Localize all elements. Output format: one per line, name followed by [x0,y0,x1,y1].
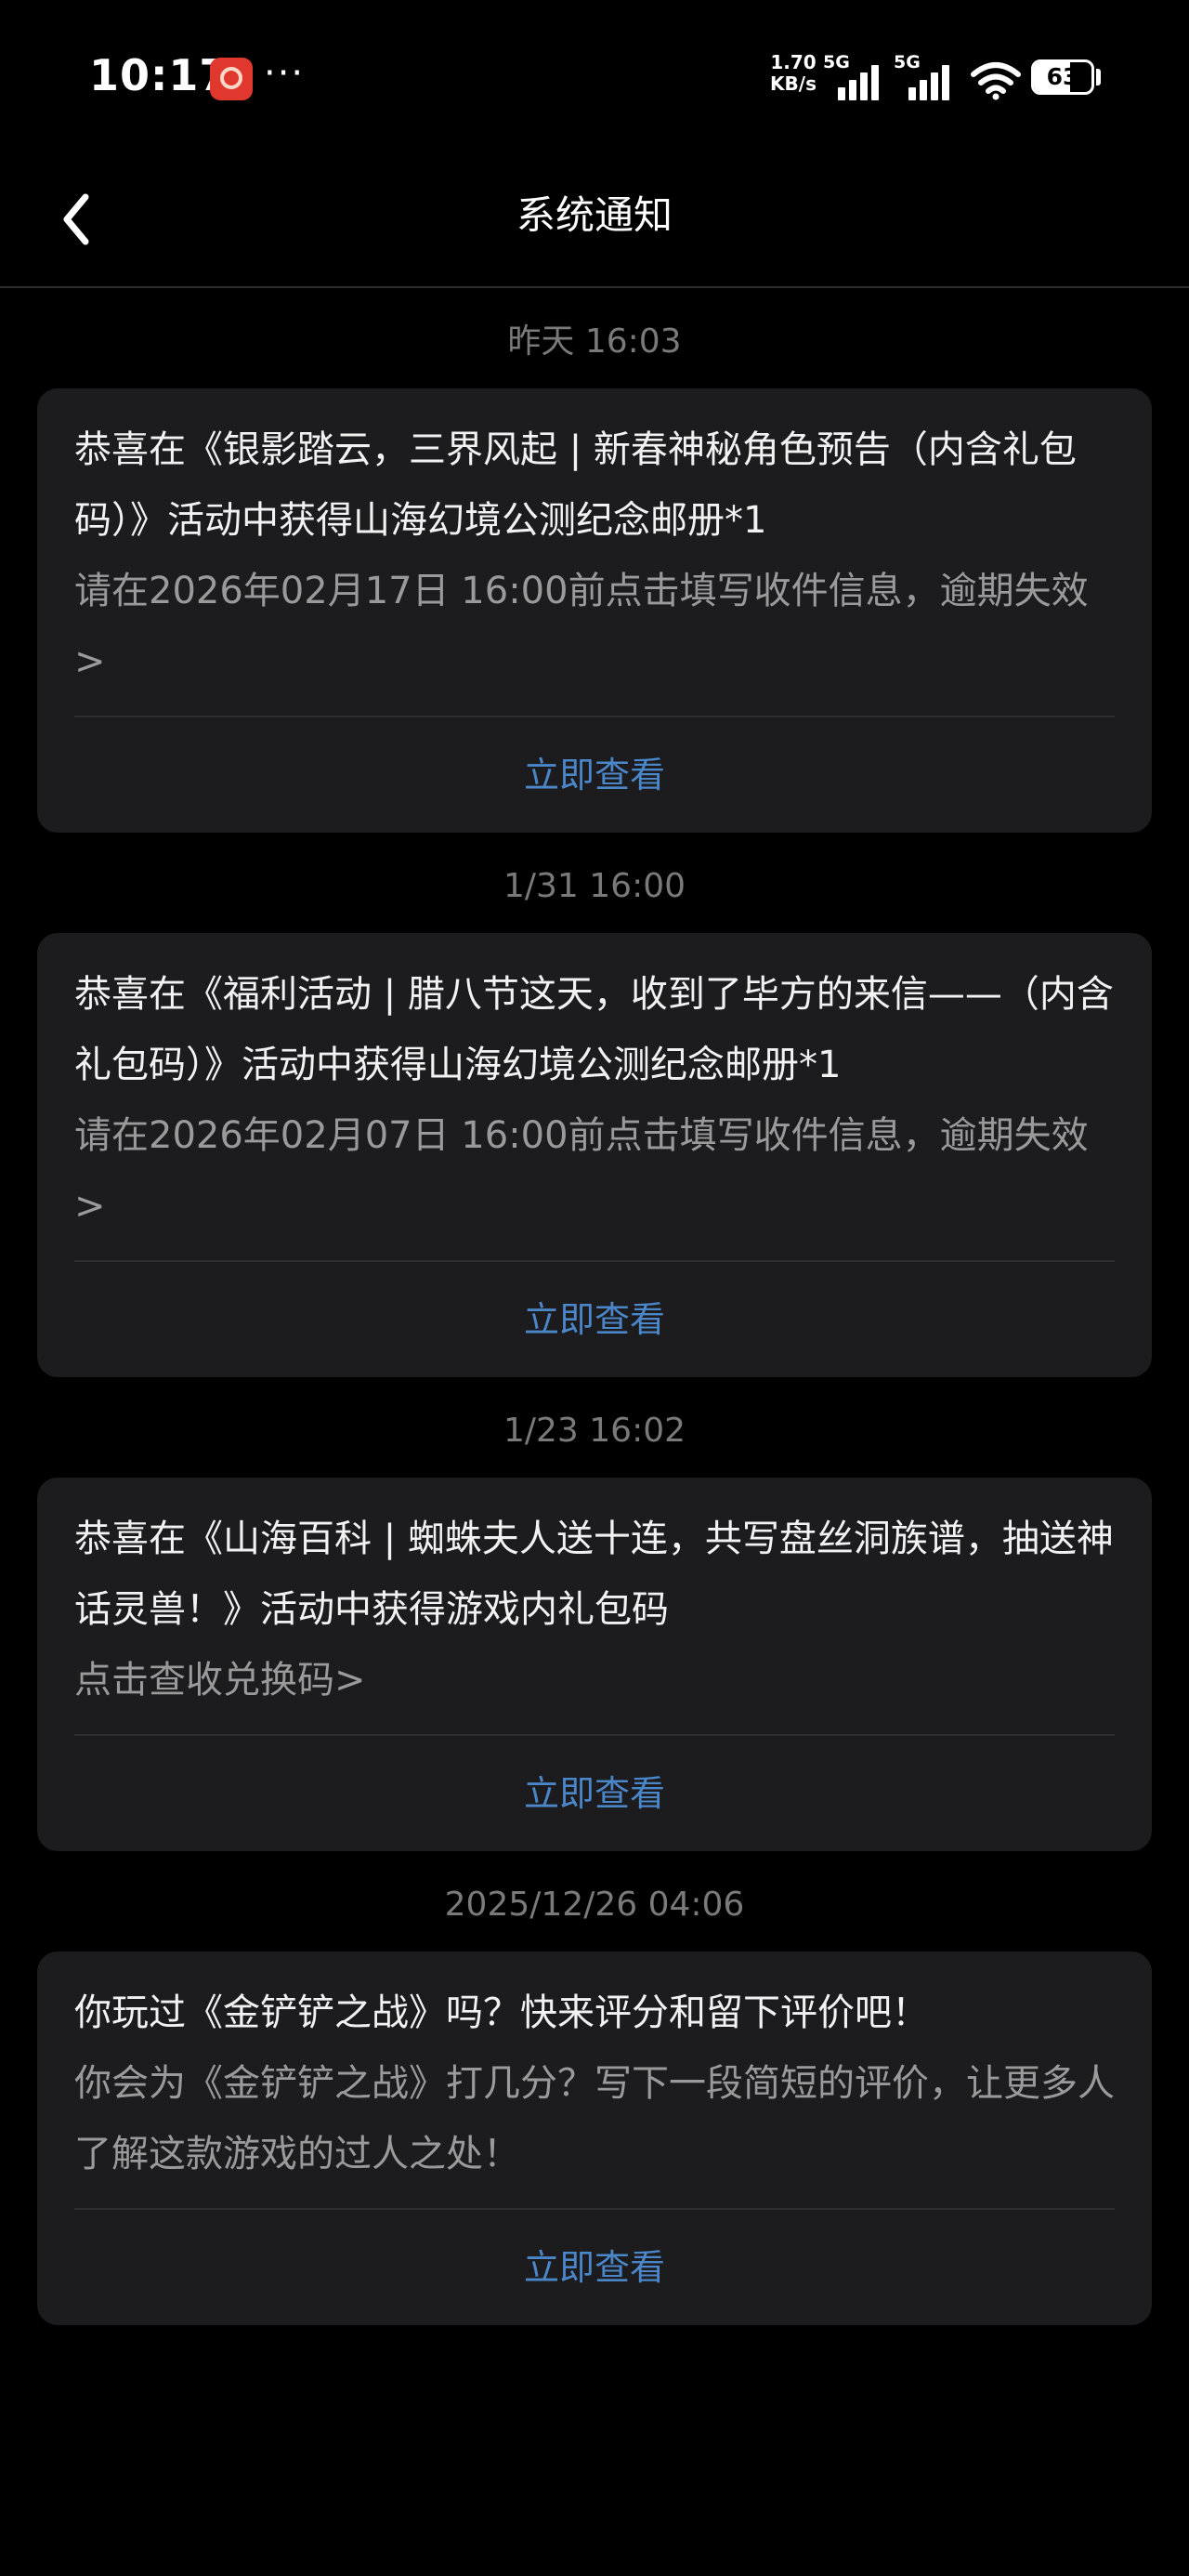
network-speed: 1.70 KB/s [770,51,817,95]
notification-time: 1/23 16:02 [503,1412,686,1450]
battery-percent: 63 [1046,63,1079,90]
notification-card[interactable]: 恭喜在《福利活动 | 腊八节这天，收到了毕方的来信——（内含礼包码）》活动中获得… [37,933,1152,1377]
battery-nub [1096,69,1101,85]
view-now-button[interactable]: 立即查看 [74,2210,1115,2325]
notification-card[interactable]: 恭喜在《山海百科 | 蜘蛛夫人送十连，共写盘丝洞族谱，抽送神话灵兽！》活动中获得… [37,1478,1152,1851]
notification-group: 1/31 16:00 恭喜在《福利活动 | 腊八节这天，收到了毕方的来信——（内… [0,833,1189,1377]
nav-header: 系统通知 [0,158,1189,288]
notification-card[interactable]: 恭喜在《银影踏云，三界风起 | 新春神秘角色预告（内含礼包码）》活动中获得山海幻… [37,388,1152,833]
notification-time: 1/31 16:00 [503,867,686,905]
view-now-button[interactable]: 立即查看 [74,1736,1115,1851]
notification-card[interactable]: 你玩过《金铲铲之战》吗？快来评分和留下评价吧！ 你会为《金铲铲之战》打几分？写下… [37,1952,1152,2325]
view-now-button[interactable]: 立即查看 [74,1262,1115,1377]
notification-title: 恭喜在《福利活动 | 腊八节这天，收到了毕方的来信——（内含礼包码）》活动中获得… [74,973,1114,1086]
more-notifications-icon: ··· [264,52,306,95]
notification-title: 你玩过《金铲铲之战》吗？快来评分和留下评价吧！ [74,1991,929,2034]
notification-description[interactable]: 请在2026年02月17日 16:00前点击填写收件信息，逾期失效> [74,556,1115,716]
page-title: 系统通知 [516,192,673,238]
status-time: 10:17 [89,50,230,100]
notification-description[interactable]: 你会为《金铲铲之战》打几分？写下一段简短的评价，让更多人了解这款游戏的过人之处！ [74,2048,1115,2208]
notification-time: 昨天 16:03 [507,322,682,361]
signal-icon-1 [838,61,884,100]
app-notification-icon [210,58,253,100]
notification-group: 昨天 16:03 恭喜在《银影踏云，三界风起 | 新春神秘角色预告（内含礼包码）… [0,288,1189,833]
battery-icon: 63 [1031,59,1094,95]
signal-icon-2 [908,61,955,100]
notification-title: 恭喜在《银影踏云，三界风起 | 新春神秘角色预告（内含礼包码）》活动中获得山海幻… [74,428,1077,542]
notification-group: 2025/12/26 04:06 你玩过《金铲铲之战》吗？快来评分和留下评价吧！… [0,1851,1189,2325]
notification-group: 1/23 16:02 恭喜在《山海百科 | 蜘蛛夫人送十连，共写盘丝洞族谱，抽送… [0,1377,1189,1851]
status-bar: 10:17 ··· 1.70 KB/s 5G 5G 63 [0,0,1189,158]
view-now-button[interactable]: 立即查看 [74,717,1115,833]
wifi-icon [971,62,1021,100]
notification-list: 昨天 16:03 恭喜在《银影踏云，三界风起 | 新春神秘角色预告（内含礼包码）… [0,288,1189,2325]
notification-time: 2025/12/26 04:06 [444,1886,745,1924]
notification-title: 恭喜在《山海百科 | 蜘蛛夫人送十连，共写盘丝洞族谱，抽送神话灵兽！》活动中获得… [74,1518,1114,1631]
notification-description[interactable]: 点击查收兑换码> [74,1645,1115,1734]
notification-description[interactable]: 请在2026年02月07日 16:00前点击填写收件信息，逾期失效> [74,1100,1115,1260]
